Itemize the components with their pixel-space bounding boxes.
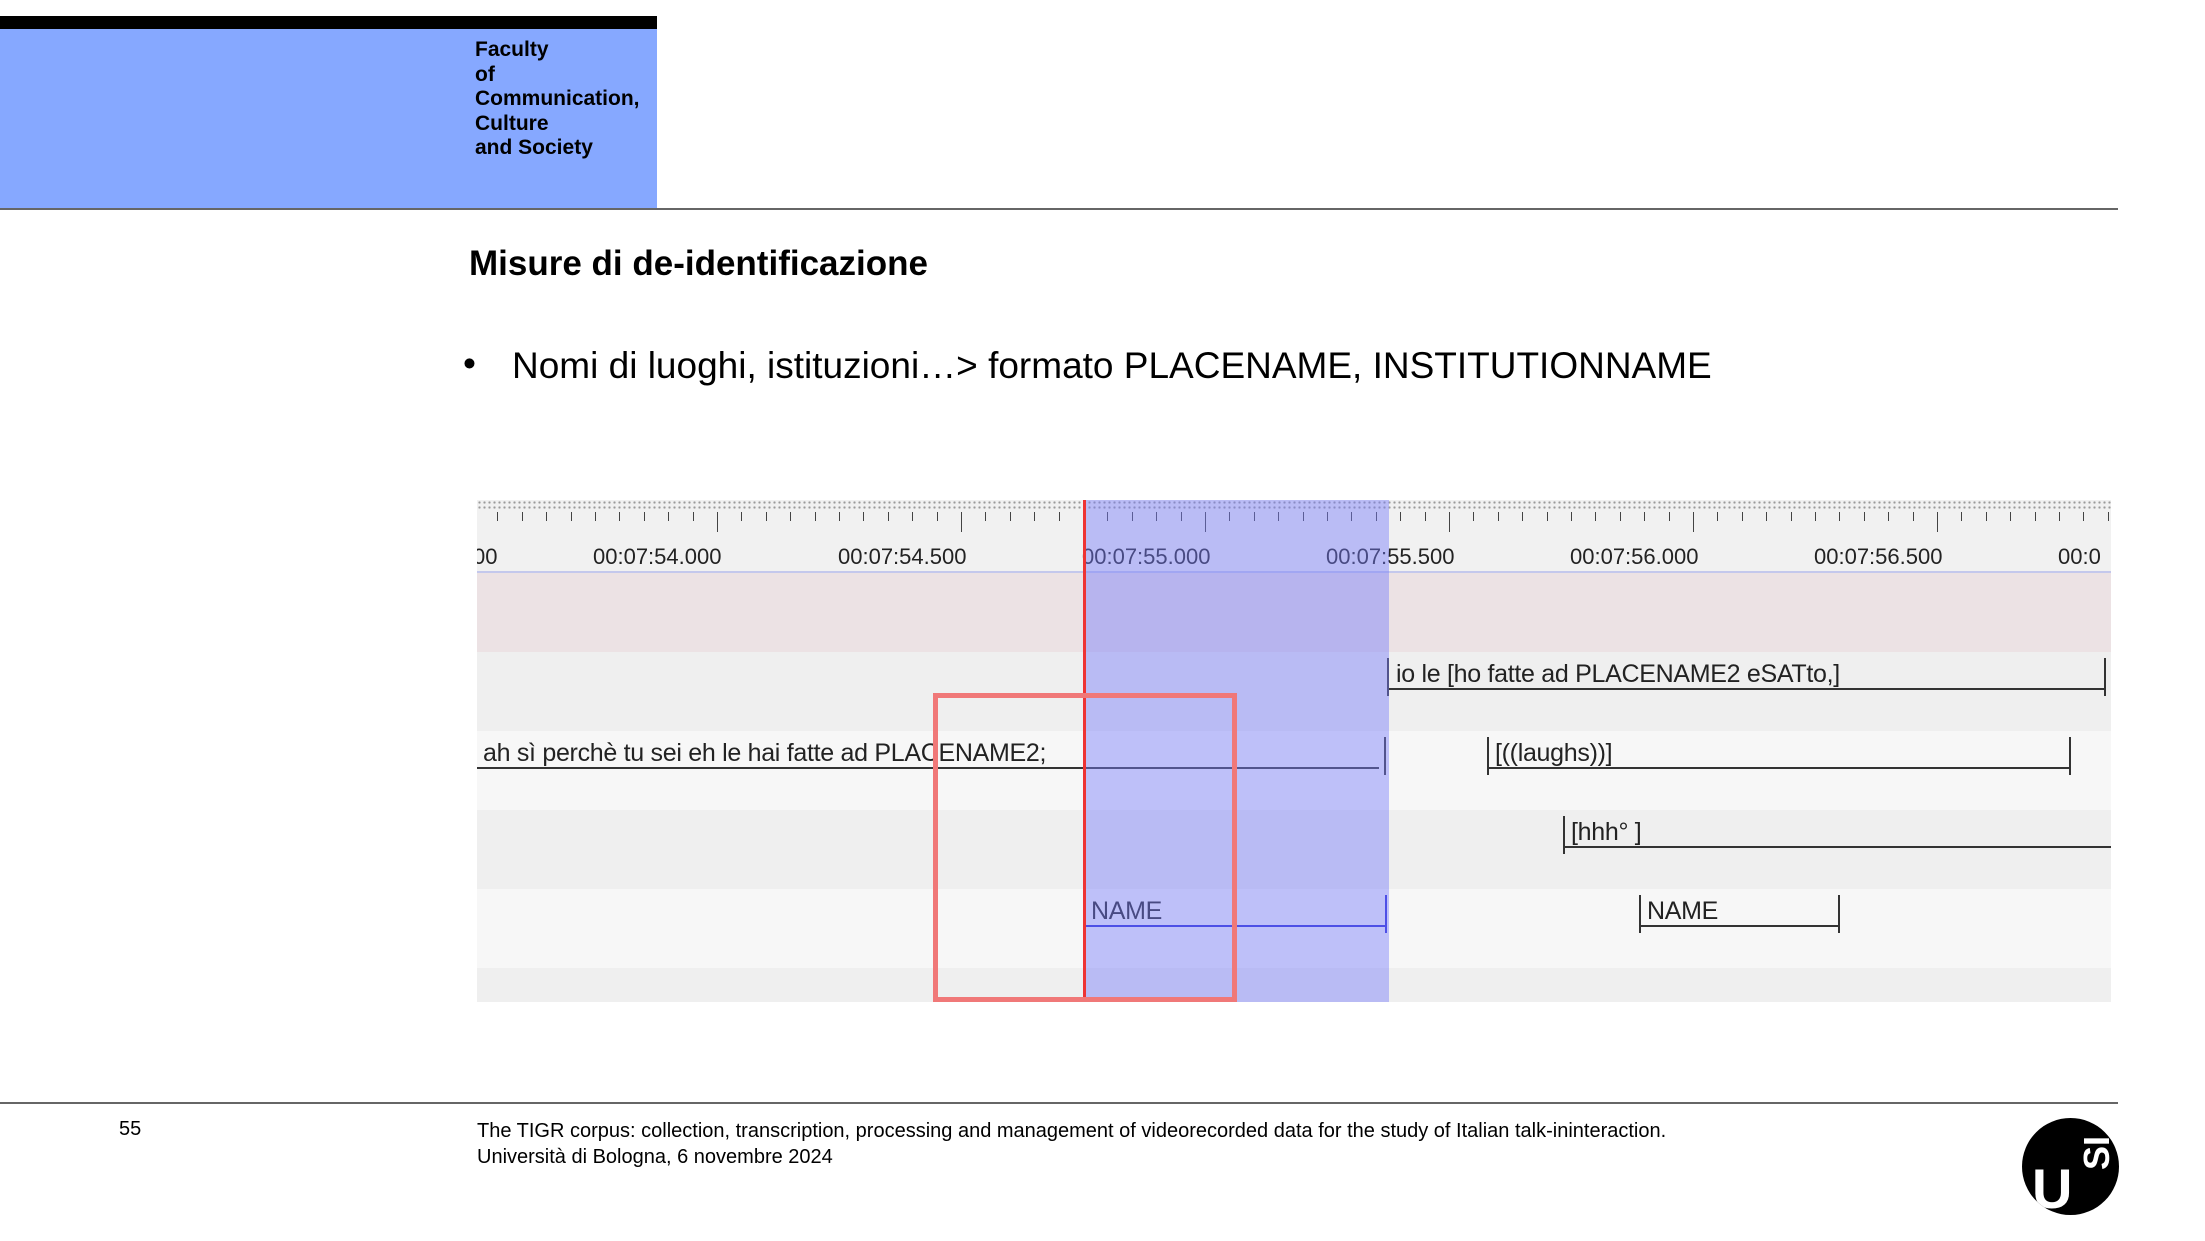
ruler-tick bbox=[1010, 512, 1011, 521]
ruler-tick bbox=[1937, 512, 1938, 532]
ruler-tick bbox=[1473, 512, 1474, 521]
annotation-boundary bbox=[1487, 737, 1489, 775]
tick-label: 00:07:54.000 bbox=[593, 544, 722, 569]
ruler-tick bbox=[1693, 512, 1694, 532]
ruler-tick bbox=[888, 512, 889, 521]
ruler-tick bbox=[1742, 512, 1743, 521]
ruler-tick bbox=[1888, 512, 1889, 521]
ruler-tick bbox=[2010, 512, 2011, 521]
ruler-tick bbox=[912, 512, 913, 521]
ruler-tick bbox=[571, 512, 572, 521]
ruler-tick bbox=[1449, 512, 1450, 532]
annotation-boundary bbox=[1563, 816, 1565, 854]
ruler-tick bbox=[863, 512, 864, 521]
slide-title: Misure di de-identificazione bbox=[469, 244, 928, 283]
ruler-tick bbox=[717, 512, 718, 532]
ruler-tick bbox=[1766, 512, 1767, 521]
faculty-name: Faculty of Communication, Culture and So… bbox=[475, 38, 640, 161]
ruler-tick bbox=[1717, 512, 1718, 521]
ruler-tick bbox=[1791, 512, 1792, 521]
header-divider bbox=[0, 208, 2118, 210]
logo-letter-u: U bbox=[2032, 1157, 2073, 1215]
footer-line-1: The TIGR corpus: collection, transcripti… bbox=[477, 1120, 1667, 1142]
faculty-line: Culture bbox=[475, 111, 549, 135]
footer-text: The TIGR corpus: collection, transcripti… bbox=[477, 1118, 1666, 1170]
faculty-line: Faculty bbox=[475, 38, 549, 61]
annotation-boundary bbox=[2104, 658, 2106, 696]
ruler-tick bbox=[1913, 512, 1914, 521]
ruler-tick bbox=[595, 512, 596, 521]
tier-4-annotation[interactable]: NAME bbox=[1647, 897, 1718, 926]
ruler-tick bbox=[815, 512, 816, 521]
annotation-boundary bbox=[1838, 895, 1840, 933]
tick-label: 00:07:56.000 bbox=[1570, 544, 1699, 569]
logo-letters-si: SI bbox=[2076, 1135, 2117, 1170]
ruler-tick bbox=[2108, 512, 2109, 521]
ruler-tick bbox=[1425, 512, 1426, 521]
annotation-boundary bbox=[1639, 895, 1641, 933]
usi-logo: U SI bbox=[2022, 1118, 2119, 1215]
annotation-boundary bbox=[2069, 737, 2071, 775]
ruler-tick bbox=[985, 512, 986, 521]
tick-label: 00:07:56.500 bbox=[1814, 544, 1943, 569]
tier-2-annotation-laughs[interactable]: [((laughs))] bbox=[1495, 739, 1613, 768]
page-number: 55 bbox=[119, 1118, 142, 1140]
ruler-tick bbox=[619, 512, 620, 521]
ruler-tick bbox=[741, 512, 742, 521]
ruler-tick bbox=[1961, 512, 1962, 521]
ruler-tick bbox=[546, 512, 547, 521]
header-black-bar bbox=[0, 16, 657, 29]
ruler-tick bbox=[1522, 512, 1523, 521]
ruler-tick bbox=[1644, 512, 1645, 521]
ruler-tick bbox=[1986, 512, 1987, 521]
footer-divider bbox=[0, 1102, 2118, 1104]
ruler-tick bbox=[644, 512, 645, 521]
bullet-text: Nomi di luoghi, istituzioni…> formato PL… bbox=[512, 345, 1712, 386]
ruler-tick bbox=[2059, 512, 2060, 521]
ruler-tick bbox=[1547, 512, 1548, 521]
annotation-span bbox=[1563, 846, 2111, 848]
ruler-tick bbox=[522, 512, 523, 521]
ruler-tick bbox=[1571, 512, 1572, 521]
tick-label: 00:0 bbox=[2058, 544, 2101, 569]
faculty-line: of bbox=[475, 62, 495, 86]
ruler-tick bbox=[497, 512, 498, 521]
ruler-tick bbox=[937, 512, 938, 521]
ruler-tick bbox=[2083, 512, 2084, 521]
ruler-tick bbox=[1034, 512, 1035, 521]
annotation-timeline[interactable]: 00 00:07:54.000 00:07:54.500 00:07:55.00… bbox=[477, 500, 2111, 1002]
ruler-tick bbox=[1595, 512, 1596, 521]
ruler-tick bbox=[1864, 512, 1865, 521]
tier-1-annotation[interactable]: io le [ho fatte ad PLACENAME2 eSATto,] bbox=[1396, 660, 1840, 689]
ruler-tick bbox=[839, 512, 840, 521]
ruler-tick bbox=[1400, 512, 1401, 521]
ruler-tick bbox=[1620, 512, 1621, 521]
ruler-tick bbox=[961, 512, 962, 532]
footer-line-2: Università di Bologna, 6 novembre 2024 bbox=[477, 1146, 833, 1168]
ruler-tick bbox=[1815, 512, 1816, 521]
ruler-tick bbox=[1839, 512, 1840, 521]
ruler-tick bbox=[693, 512, 694, 521]
ruler-tick bbox=[766, 512, 767, 521]
ruler-tick bbox=[1498, 512, 1499, 521]
annotation-span bbox=[1387, 688, 2105, 690]
annotation-span bbox=[1639, 925, 1839, 927]
ruler-tick bbox=[2035, 512, 2036, 521]
ruler-tick bbox=[1059, 512, 1060, 521]
faculty-line: Communication, bbox=[475, 87, 640, 110]
ruler-tick bbox=[1669, 512, 1670, 521]
highlight-box bbox=[933, 693, 1237, 1002]
tick-label: 00 bbox=[477, 544, 498, 569]
faculty-line: and Society bbox=[475, 136, 593, 159]
ruler-tick bbox=[790, 512, 791, 521]
ruler-tick bbox=[668, 512, 669, 521]
bullet-symbol: • bbox=[463, 343, 476, 384]
tier-3-annotation[interactable]: [hhh° ] bbox=[1571, 818, 1642, 847]
annotation-span bbox=[1487, 767, 2070, 769]
tick-label: 00:07:54.500 bbox=[838, 544, 967, 569]
